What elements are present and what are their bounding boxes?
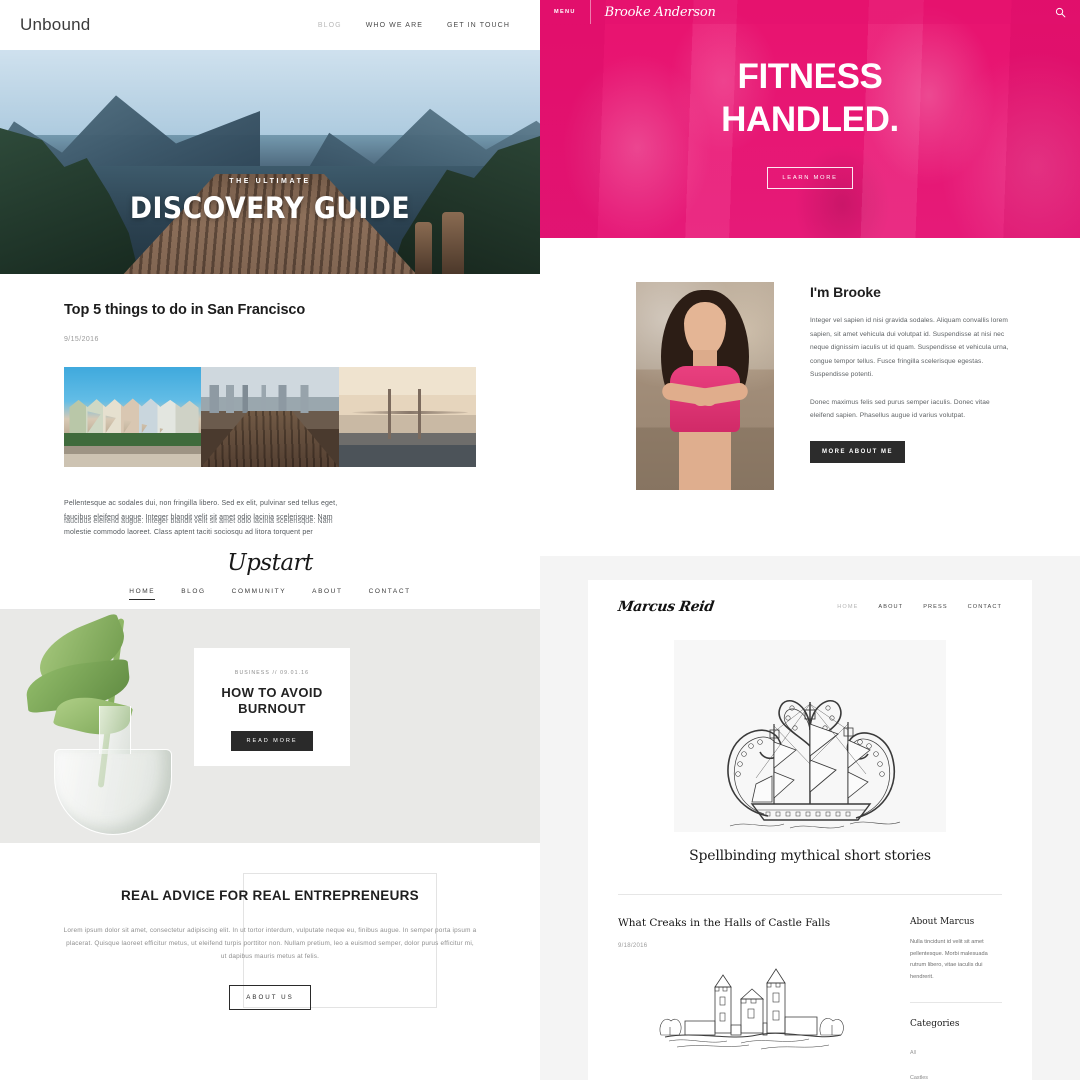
marcus-nav: HOME ABOUT PRESS CONTACT bbox=[837, 604, 1002, 610]
upstart-page: Upstart HOME BLOG COMMUNITY ABOUT CONTAC… bbox=[0, 540, 540, 1080]
brooke-hero: MENU Brooke Anderson FITNESS HANDLED. LEA… bbox=[540, 0, 1080, 238]
feature-title-line-1: HOW TO AVOID bbox=[221, 685, 323, 700]
marcus-sidebar: About Marcus Nulla tincidunt id velit si… bbox=[910, 917, 1002, 1080]
nav-item-community[interactable]: COMMUNITY bbox=[232, 588, 286, 600]
cta-heading: REAL ADVICE FOR REAL ENTREPRENEURS bbox=[121, 888, 419, 903]
site-preview-marcus: Marcus Reid HOME ABOUT PRESS CONTACT Spe… bbox=[540, 540, 1080, 1080]
hero-sky bbox=[0, 50, 540, 136]
unbound-header: Unbound BLOG WHO WE ARE GET IN TOUCH bbox=[0, 0, 540, 50]
search-icon[interactable] bbox=[1055, 7, 1080, 18]
unbound-post: Top 5 things to do in San Francisco 9/15… bbox=[0, 274, 540, 540]
marcus-top-spacer bbox=[540, 540, 1080, 556]
cta-paragraph: Lorem ipsum dolor sit amet, consectetur … bbox=[63, 927, 477, 960]
read-more-button[interactable]: READ MORE bbox=[230, 730, 314, 751]
brooke-topbar: MENU Brooke Anderson bbox=[540, 0, 1080, 24]
hero-title: DISCOVERY GUIDE bbox=[129, 191, 411, 225]
hero-headline-line-1: FITNESS bbox=[737, 57, 883, 96]
nav-item-blog[interactable]: BLOG bbox=[181, 588, 205, 600]
upstart-cta-section: REAL ADVICE FOR REAL ENTREPRENEURS Lorem… bbox=[0, 843, 540, 1023]
nav-item-contact[interactable]: CONTACT bbox=[369, 588, 411, 600]
brooke-portrait-photo bbox=[636, 282, 774, 490]
more-about-me-button[interactable]: MORE ABOUT ME bbox=[810, 440, 905, 463]
learn-more-button[interactable]: LEARN MORE bbox=[767, 167, 853, 190]
sidebar-categories-list: All Castles Fantasy bbox=[910, 1041, 1002, 1080]
nav-item-about[interactable]: ABOUT bbox=[878, 604, 903, 610]
site-preview-upstart: Upstart HOME BLOG COMMUNITY ABOUT CONTAC… bbox=[0, 540, 540, 1080]
brooke-logo[interactable]: Brooke Anderson bbox=[591, 5, 716, 20]
castle-illustration bbox=[618, 965, 882, 1060]
upstart-logo[interactable]: Upstart bbox=[0, 540, 540, 576]
post-date: 9/15/2016 bbox=[64, 336, 99, 343]
feature-title: HOW TO AVOID BURNOUT bbox=[194, 685, 350, 718]
marcus-post: What Creaks in the Halls of Castle Falls… bbox=[618, 917, 882, 1080]
nav-item-contact[interactable]: CONTACT bbox=[968, 604, 1002, 610]
feature-title-line-2: BURNOUT bbox=[238, 701, 306, 717]
nav-item-press[interactable]: PRESS bbox=[923, 604, 947, 610]
marcus-tagline: Spellbinding mythical short stories bbox=[689, 848, 931, 864]
list-item: Castles bbox=[910, 1066, 1002, 1080]
glass-vase bbox=[54, 706, 172, 835]
marcus-page: Marcus Reid HOME ABOUT PRESS CONTACT Spe… bbox=[588, 580, 1032, 1080]
post-body-line-2: faucibus eleifend augue. Integer blandit… bbox=[64, 511, 476, 529]
category-link-castles[interactable]: Castles bbox=[910, 1075, 928, 1080]
marcus-content-columns: What Creaks in the Halls of Castle Falls… bbox=[612, 895, 1008, 1080]
portrait-waist bbox=[679, 432, 731, 490]
upstart-feature-banner: BUSINESS // 09.01.16 HOW TO AVOID BURNOUT… bbox=[0, 610, 540, 843]
unbound-logo[interactable]: Unbound bbox=[20, 15, 90, 35]
nav-item-blog[interactable]: BLOG bbox=[318, 22, 342, 29]
hero-dock-post-1 bbox=[415, 222, 432, 274]
nav-item-who-we-are[interactable]: WHO WE ARE bbox=[366, 22, 423, 29]
post-body: Pellentesque ac sodales dui, non fringil… bbox=[64, 497, 476, 540]
nav-item-about[interactable]: ABOUT bbox=[312, 588, 342, 600]
marcus-header: Marcus Reid HOME ABOUT PRESS CONTACT bbox=[612, 580, 1008, 634]
post-title[interactable]: Top 5 things to do in San Francisco bbox=[64, 302, 476, 318]
hero-headline-line-2: HANDLED. bbox=[721, 99, 899, 139]
marcus-logo[interactable]: Marcus Reid bbox=[617, 599, 715, 615]
sidebar-categories-heading: Categories bbox=[910, 1018, 960, 1029]
sidebar-divider bbox=[910, 1001, 1002, 1003]
list-item: All bbox=[910, 1041, 1002, 1059]
post-body-line-1: Pellentesque ac sodales dui, non fringil… bbox=[64, 500, 338, 507]
hero-kicker: THE ULTIMATE bbox=[229, 178, 311, 185]
feature-meta: BUSINESS // 09.01.16 bbox=[234, 670, 310, 676]
nav-item-home[interactable]: HOME bbox=[129, 588, 156, 600]
post-thumbnail-row bbox=[64, 367, 476, 467]
brooke-bio: I'm Brooke Integer vel sapien id nisi gr… bbox=[810, 282, 1010, 490]
hero-headline: FITNESS HANDLED. bbox=[540, 56, 1080, 141]
nav-item-home[interactable]: HOME bbox=[837, 604, 858, 610]
upstart-nav: HOME BLOG COMMUNITY ABOUT CONTACT bbox=[0, 588, 540, 610]
thumbnail-pier-skyline[interactable] bbox=[201, 367, 339, 467]
template-preview-grid: Unbound BLOG WHO WE ARE GET IN TOUCH THE… bbox=[0, 0, 1080, 1080]
bio-paragraph-2: Donec maximus felis sed purus semper iac… bbox=[810, 398, 990, 420]
post-date: 9/18/2016 bbox=[618, 943, 648, 949]
brooke-hero-text: FITNESS HANDLED. LEARN MORE bbox=[540, 56, 1080, 190]
unbound-hero-image: THE ULTIMATE DISCOVERY GUIDE bbox=[0, 50, 540, 274]
category-link-all[interactable]: All bbox=[910, 1050, 916, 1056]
brooke-about-section: I'm Brooke Integer vel sapien id nisi gr… bbox=[540, 238, 1080, 490]
marcus-gray-gap bbox=[540, 556, 1080, 580]
bio-heading: I'm Brooke bbox=[810, 284, 881, 300]
sidebar-about-text: Nulla tincidunt id velit sit amet pellen… bbox=[910, 939, 988, 981]
post-title[interactable]: What Creaks in the Halls of Castle Falls bbox=[618, 917, 882, 929]
menu-button[interactable]: MENU bbox=[540, 0, 591, 24]
site-preview-unbound: Unbound BLOG WHO WE ARE GET IN TOUCH THE… bbox=[0, 0, 540, 540]
about-us-button[interactable]: ABOUT US bbox=[229, 985, 311, 1011]
feature-card: BUSINESS // 09.01.16 HOW TO AVOID BURNOUT… bbox=[194, 648, 350, 766]
unbound-nav: BLOG WHO WE ARE GET IN TOUCH bbox=[318, 22, 520, 29]
thumbnail-painted-ladies[interactable] bbox=[64, 367, 202, 467]
thumbnail-golden-gate[interactable] bbox=[338, 367, 476, 467]
kraken-ship-illustration bbox=[612, 634, 1008, 846]
sidebar-about-heading: About Marcus bbox=[910, 917, 975, 927]
nav-item-get-in-touch[interactable]: GET IN TOUCH bbox=[447, 22, 510, 29]
site-preview-brooke: MENU Brooke Anderson FITNESS HANDLED. LEA… bbox=[540, 0, 1080, 540]
unbound-hero-text: THE ULTIMATE DISCOVERY GUIDE bbox=[0, 178, 540, 225]
bio-paragraph-1: Integer vel sapien id nisi gravida sodal… bbox=[810, 317, 1009, 379]
